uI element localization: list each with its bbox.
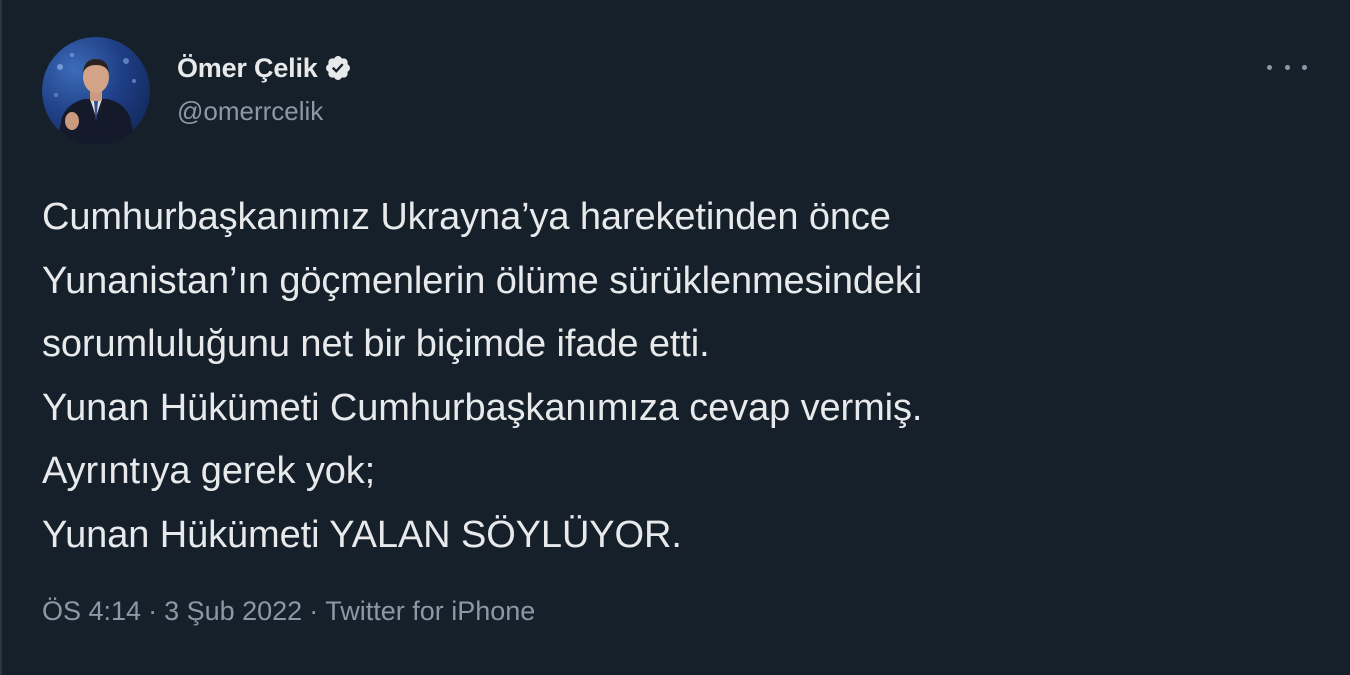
tweet-card: Ömer Çelik @omerrcelik Cumhurbaşkanımız … xyxy=(0,0,1350,675)
verified-badge-icon xyxy=(324,54,352,82)
author-handle[interactable]: @omerrcelik xyxy=(177,96,323,127)
meta-separator: · xyxy=(148,596,158,626)
tweet-text-line: Cumhurbaşkanımız Ukrayna’ya hareketinden… xyxy=(42,196,891,238)
tweet-time[interactable]: ÖS 4:14 xyxy=(42,596,141,626)
author-display-name[interactable]: Ömer Çelik xyxy=(177,53,318,84)
avatar[interactable] xyxy=(42,37,150,145)
tweet-text-line: Ayrıntıya gerek yok; xyxy=(42,450,376,492)
tweet-date[interactable]: 3 Şub 2022 xyxy=(164,596,302,626)
author-name-row[interactable]: Ömer Çelik xyxy=(177,50,352,86)
tweet-text-line: Yunanistan’ın göçmenlerin ölüme sürüklen… xyxy=(42,259,923,302)
tweet-text-line: sorumluluğunu net bir biçimde ifade etti… xyxy=(42,323,710,365)
tweet-text-line: Yunan Hükümeti YALAN SÖYLÜYOR. xyxy=(42,513,682,556)
avatar-photo xyxy=(54,53,136,145)
tweet-text-line: Yunan Hükümeti Cumhurbaşkanımıza cevap v… xyxy=(42,386,923,429)
tweet-source-link[interactable]: Twitter for iPhone xyxy=(325,596,535,626)
tweet-metadata: ÖS 4:14 · 3 Şub 2022 · Twitter for iPhone xyxy=(42,596,535,627)
more-options-icon[interactable] xyxy=(1264,52,1310,82)
tweet-text: Cumhurbaşkanımız Ukrayna’ya hareketinden… xyxy=(42,186,1322,567)
meta-separator: · xyxy=(309,596,319,626)
